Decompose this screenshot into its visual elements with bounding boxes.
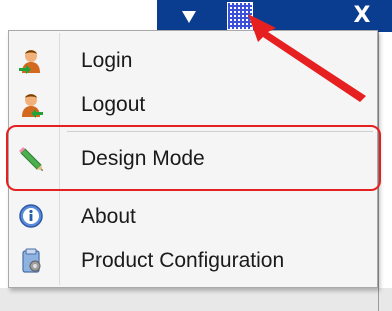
menu-item-label: About <box>81 205 136 228</box>
menu-item-label: Logout <box>81 93 146 116</box>
dropdown-arrow-icon[interactable] <box>182 11 196 23</box>
highlight-annotation <box>6 125 381 191</box>
menu-item-about[interactable]: About <box>9 195 377 239</box>
user-logout-icon <box>17 91 45 119</box>
menu-item-label: Product Configuration <box>81 249 285 272</box>
configuration-icon <box>17 247 45 275</box>
menu-item-product-configuration[interactable]: Product Configuration <box>9 239 377 283</box>
user-login-icon <box>17 47 45 75</box>
menu-item-label: Login <box>81 49 133 72</box>
info-icon <box>17 203 45 231</box>
pointer-arrow-icon <box>248 14 366 102</box>
background-panel <box>0 288 392 311</box>
